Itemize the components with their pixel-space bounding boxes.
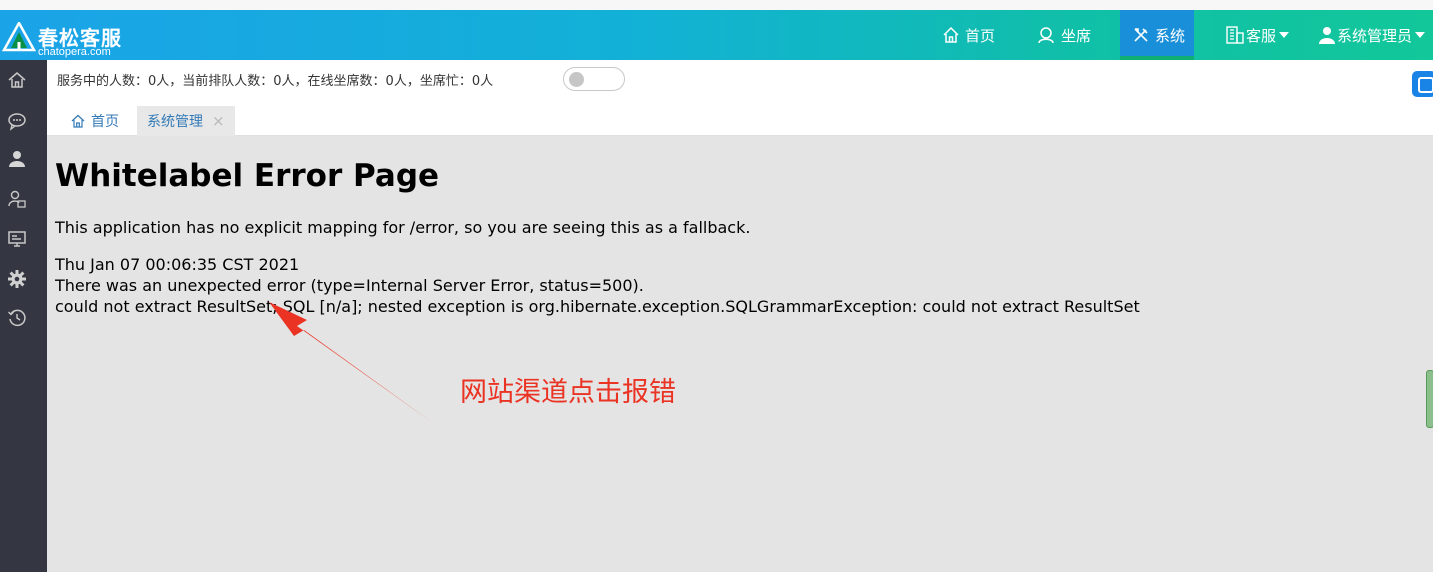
home-icon: [943, 26, 959, 43]
busy-toggle[interactable]: [563, 67, 625, 91]
home-icon: [71, 114, 85, 128]
service-status-bar: 服务中的人数：0人，当前排队人数：0人，在线坐席数：0人，坐席忙：0人: [47, 60, 1433, 100]
monitor-icon: [8, 231, 26, 247]
browser-top-strip: [0, 0, 1433, 10]
sidebar-item-history[interactable]: [6, 307, 28, 329]
building-icon: [1226, 26, 1244, 44]
right-edge-handle[interactable]: [1426, 370, 1433, 428]
home-icon: [8, 72, 26, 88]
sidebar-item-monitor[interactable]: [6, 228, 28, 250]
user-icon: [1319, 27, 1335, 44]
nav-system[interactable]: 系统: [1120, 10, 1194, 60]
tab-system-management-label: 系统管理: [147, 114, 203, 130]
sidebar-item-contacts[interactable]: [6, 188, 28, 210]
nav-seat[interactable]: 坐席: [1036, 10, 1091, 60]
close-icon[interactable]: ×: [212, 112, 225, 130]
nav-seat-label: 坐席: [1061, 26, 1092, 45]
pine-tree-icon: [2, 22, 36, 52]
tab-home[interactable]: 首页: [71, 106, 119, 136]
tools-icon: [1134, 28, 1148, 42]
nav-admin-dropdown[interactable]: 系统管理员: [1318, 10, 1426, 60]
nav-home[interactable]: 首页: [942, 10, 995, 60]
annotation-arrow: [269, 302, 433, 423]
sidebar-item-chat[interactable]: [6, 110, 28, 132]
nav-service-dropdown[interactable]: 客服: [1225, 10, 1290, 60]
error-timestamp: Thu Jan 07 00:06:35 CST 2021: [55, 255, 300, 274]
left-sidebar: [0, 60, 47, 572]
chevron-down-icon: [1415, 32, 1426, 38]
main-content: Whitelabel Error Page This application h…: [47, 136, 1433, 572]
tab-system-management[interactable]: 系统管理 ×: [137, 106, 235, 136]
nav-service-label: 客服: [1246, 26, 1277, 45]
error-detail: could not extract ResultSet; SQL [n/a]; …: [55, 297, 1140, 316]
nav-admin-label: 系统管理员: [1337, 26, 1413, 45]
tab-home-label: 首页: [91, 114, 119, 130]
history-icon: [8, 309, 26, 327]
sidebar-item-user[interactable]: [6, 148, 28, 170]
toggle-knob: [569, 72, 584, 87]
page-title: Whitelabel Error Page: [55, 158, 440, 194]
headset-user-icon: [1038, 27, 1054, 44]
service-status-text: 服务中的人数：0人，当前排队人数：0人，在线坐席数：0人，坐席忙：0人: [57, 74, 494, 89]
top-header: 春松客服 chatopera.com 首页 坐席 系统 客服 系统管理员: [0, 10, 1433, 60]
nav-home-label: 首页: [965, 26, 996, 45]
chat-bubble-icon: [8, 113, 26, 131]
error-description: This application has no explicit mapping…: [55, 218, 751, 237]
sidebar-item-home[interactable]: [6, 69, 28, 91]
nav-system-label: 系统: [1155, 26, 1186, 45]
contact-card-icon: [8, 190, 26, 208]
logo-subtext: chatopera.com: [38, 46, 111, 58]
tab-bar: 首页 系统管理 ×: [47, 100, 1433, 136]
floating-side-button[interactable]: [1412, 71, 1433, 97]
sidebar-item-settings[interactable]: [6, 268, 28, 290]
error-message: There was an unexpected error (type=Inte…: [55, 276, 644, 295]
annotation-label: 网站渠道点击报错: [460, 377, 676, 408]
app-logo[interactable]: 春松客服 chatopera.com: [2, 20, 132, 60]
gear-icon: [8, 270, 26, 288]
user-icon: [9, 151, 25, 167]
chevron-down-icon: [1279, 32, 1290, 38]
